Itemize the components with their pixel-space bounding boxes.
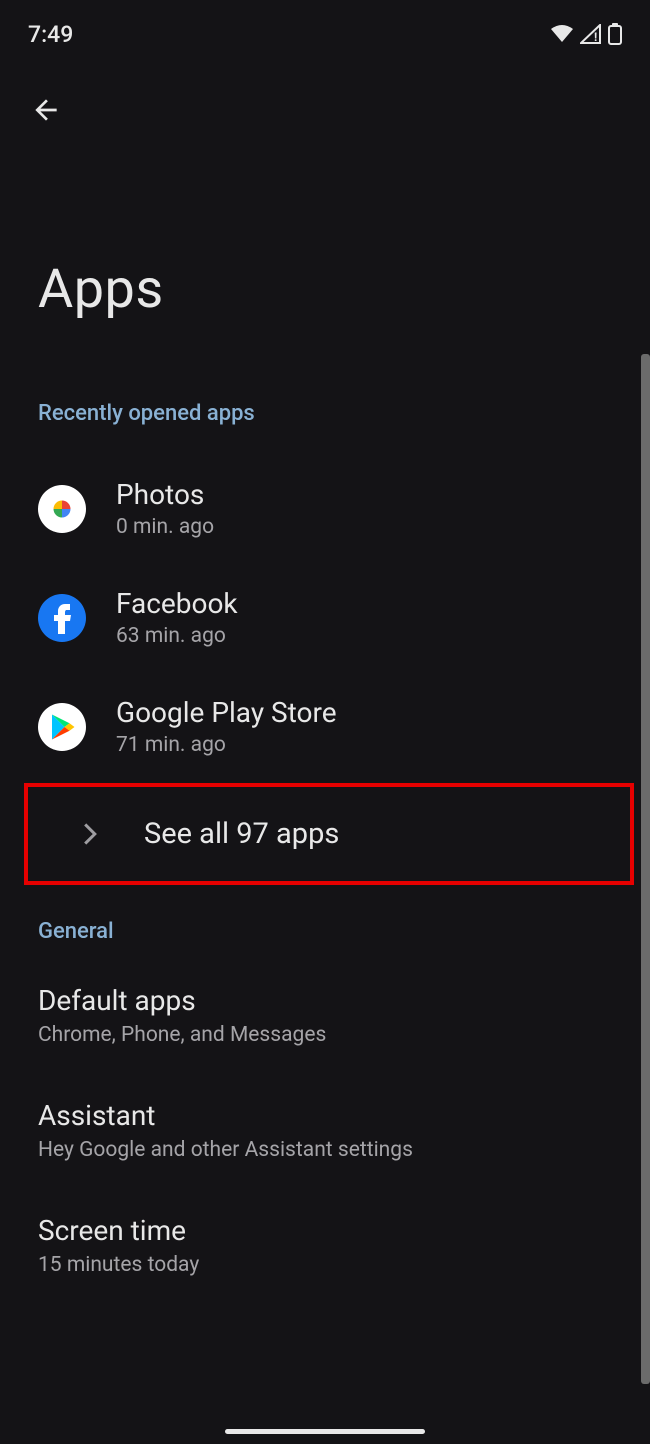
section-header-general: General: [0, 887, 650, 962]
general-sub: 15 minutes today: [38, 1253, 612, 1277]
general-sub: Hey Google and other Assistant settings: [38, 1138, 612, 1162]
status-bar: 7:49 !: [0, 0, 650, 56]
app-sub: 0 min. ago: [116, 515, 214, 539]
app-sub: 71 min. ago: [116, 733, 337, 757]
photos-icon: [38, 485, 86, 533]
scrollbar[interactable]: [641, 354, 650, 1384]
app-name: Google Play Store: [116, 696, 337, 729]
back-icon[interactable]: [30, 94, 62, 126]
page-title: Apps: [0, 130, 650, 391]
general-title: Assistant: [38, 1099, 612, 1132]
chevron-right-icon: [82, 822, 98, 846]
app-item-photos[interactable]: Photos 0 min. ago: [0, 454, 650, 563]
app-item-facebook[interactable]: Facebook 63 min. ago: [0, 563, 650, 672]
general-item-screen-time[interactable]: Screen time 15 minutes today: [0, 1184, 650, 1299]
app-name: Facebook: [116, 587, 238, 620]
status-time: 7:49: [28, 21, 73, 48]
play-store-icon: [38, 703, 86, 751]
app-sub: 63 min. ago: [116, 624, 238, 648]
general-title: Default apps: [38, 984, 612, 1017]
see-all-apps-button[interactable]: See all 97 apps: [24, 783, 634, 885]
app-item-play-store[interactable]: Google Play Store 71 min. ago: [0, 672, 650, 781]
app-name: Photos: [116, 478, 214, 511]
battery-icon: [608, 23, 622, 45]
general-item-default-apps[interactable]: Default apps Chrome, Phone, and Messages: [0, 962, 650, 1069]
general-item-assistant[interactable]: Assistant Hey Google and other Assistant…: [0, 1069, 650, 1184]
see-all-label: See all 97 apps: [144, 817, 339, 851]
home-indicator[interactable]: [225, 1429, 425, 1434]
facebook-icon: [38, 594, 86, 642]
signal-icon: !: [580, 24, 602, 44]
wifi-icon: [550, 24, 574, 44]
status-icons: !: [550, 23, 622, 45]
svg-text:!: !: [594, 30, 597, 44]
section-header-recent: Recently opened apps: [0, 391, 650, 454]
general-title: Screen time: [38, 1214, 612, 1247]
nav-bar: [0, 56, 650, 130]
general-sub: Chrome, Phone, and Messages: [38, 1023, 612, 1047]
